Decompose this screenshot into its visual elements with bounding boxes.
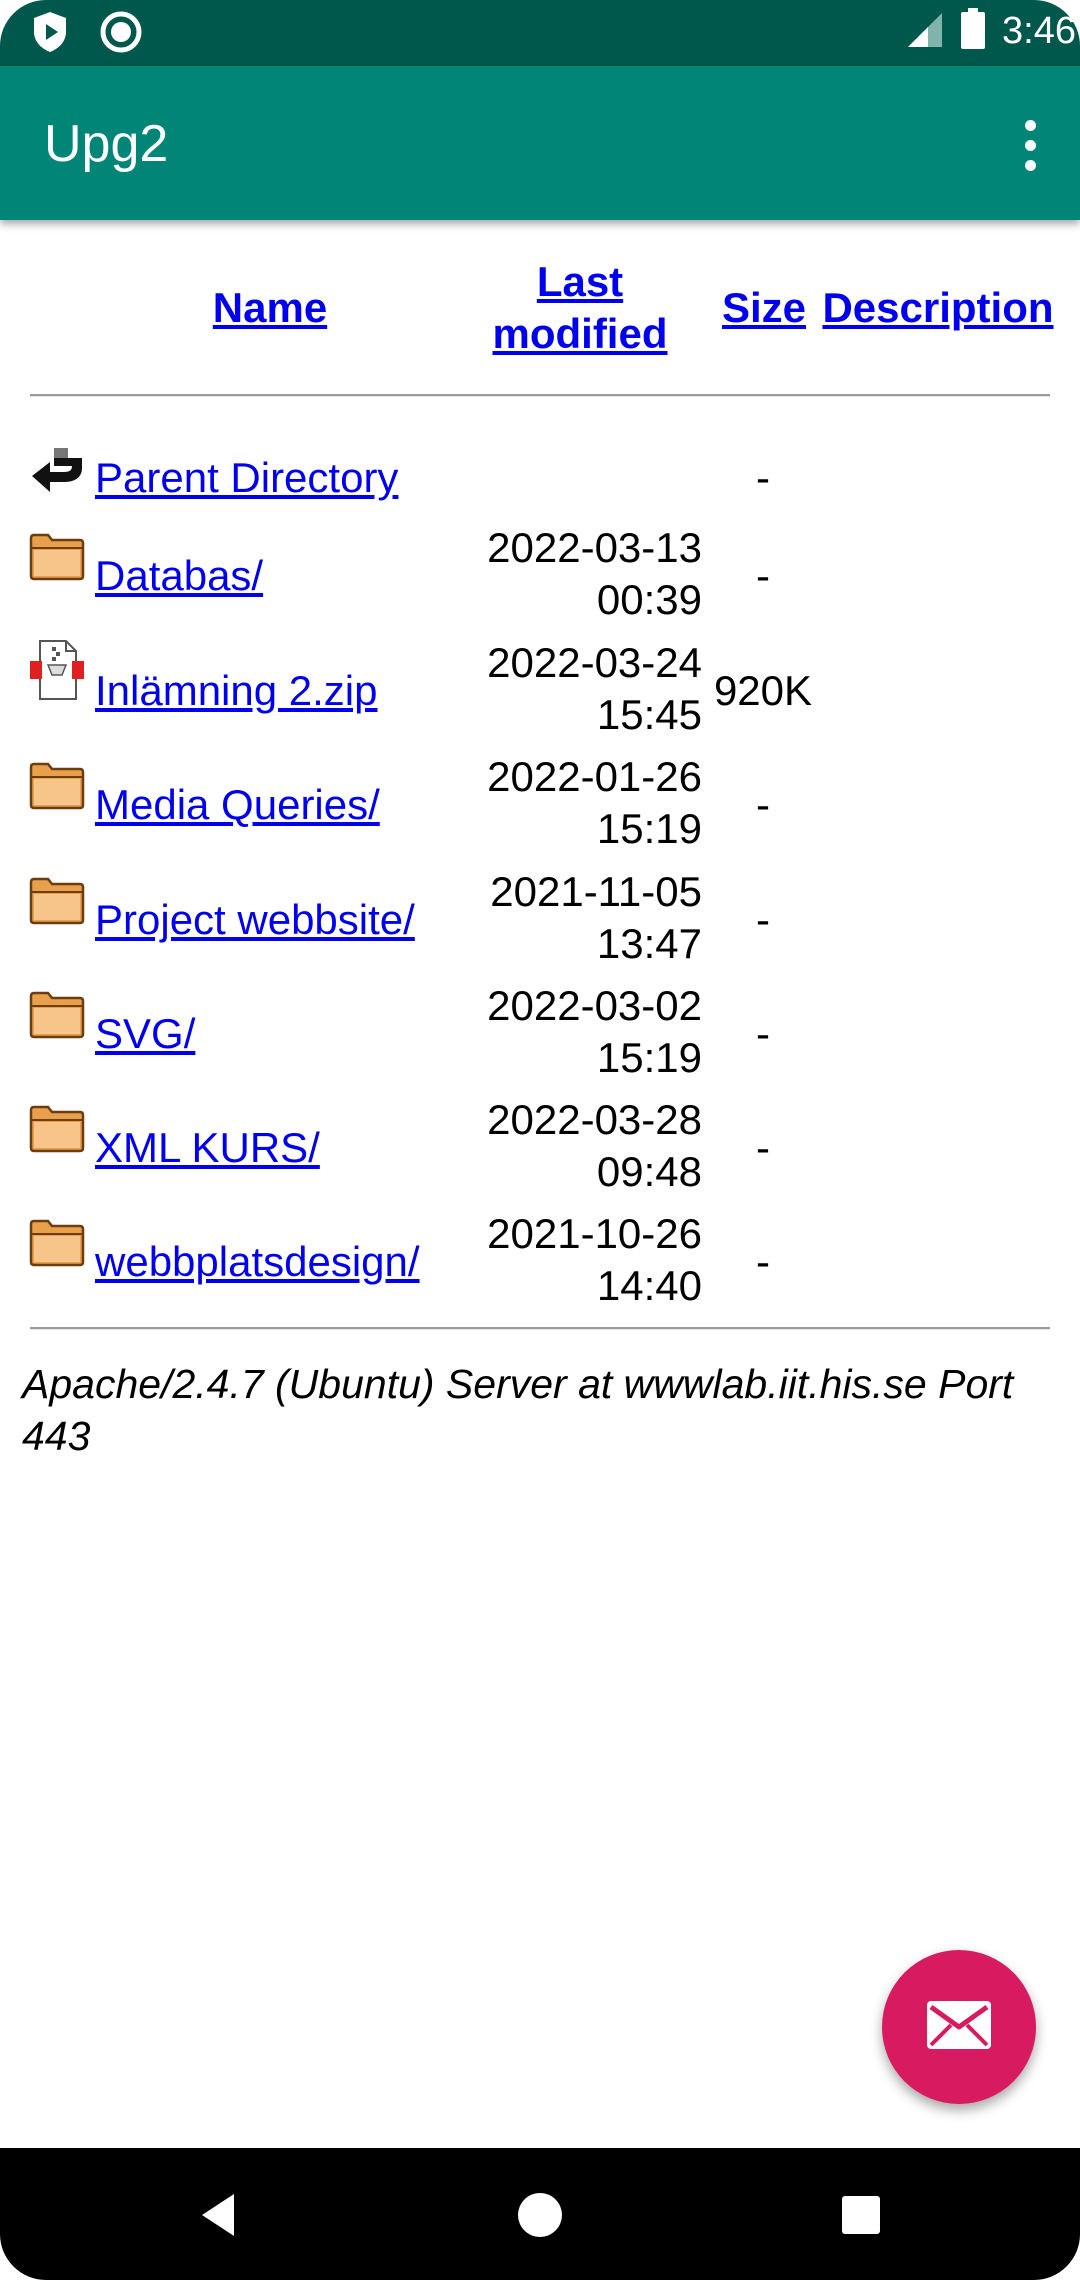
list-item-size: - (756, 1010, 770, 1057)
list-item-size: - (756, 454, 770, 501)
list-item-link[interactable]: Inlämning 2.zip (95, 667, 378, 715)
list-item-modified: 2022-03-02 15:19 (440, 980, 702, 1084)
folder-icon (28, 1218, 86, 1276)
list-item-size: - (756, 781, 770, 828)
list-item-link[interactable]: Databas/ (95, 552, 263, 600)
compressed-file-icon (28, 639, 86, 700)
app-title: Upg2 (44, 115, 169, 173)
folder-icon (28, 876, 86, 934)
list-item-link[interactable]: Media Queries/ (95, 781, 380, 829)
app-bar: Upg2 (0, 66, 1080, 220)
list-item-date: 2021-10-26 (487, 1210, 702, 1257)
status-bar: 3:46 (0, 0, 1080, 66)
header-last-modified-link[interactable]: Last modified (468, 256, 692, 360)
back-arrow-icon (28, 442, 86, 500)
header-description-link[interactable]: Description (822, 282, 1054, 334)
list-item-date: 2022-03-24 (487, 639, 702, 686)
list-item-size: - (756, 552, 770, 599)
list-item-size: - (756, 1124, 770, 1171)
webview-content[interactable]: Name Last modified Size Description Pare… (0, 220, 1080, 2148)
list-item: SVG/ 2022-03-02 15:19 - (0, 960, 1080, 1081)
mail-icon (925, 1999, 993, 2055)
folder-icon (28, 761, 86, 819)
mail-fab-button[interactable] (882, 1950, 1036, 2104)
list-item: XML KURS/ 2022-03-28 09:48 - (0, 1074, 1080, 1195)
shield-play-icon (30, 10, 70, 58)
list-item-modified: 2022-03-13 00:39 (440, 522, 702, 626)
header-last-modified-line1: Last (536, 258, 624, 305)
list-item-time: 14:40 (596, 1262, 702, 1309)
more-vert-icon[interactable] (1010, 110, 1050, 180)
list-item: Project webbsite/ 2021-11-05 13:47 - (0, 846, 1080, 967)
header-name-link[interactable]: Name (200, 282, 340, 334)
list-item-date: 2022-01-26 (487, 753, 702, 800)
list-item-date: 2022-03-02 (487, 982, 702, 1029)
list-item: Databas/ 2022-03-13 00:39 - (0, 502, 1080, 623)
list-item-date: 2021-11-05 (490, 868, 702, 915)
list-item-modified: 2022-03-28 09:48 (440, 1094, 702, 1198)
phone-screen: 3:46 Upg2 Name Last modified Size Descri… (0, 0, 1080, 2280)
bottom-divider (30, 1327, 1050, 1330)
back-icon[interactable] (186, 2182, 252, 2248)
list-item-link[interactable]: Parent Directory (95, 454, 398, 502)
battery-icon (960, 8, 986, 54)
list-item-modified: 2022-03-24 15:45 (440, 637, 702, 741)
list-item: Media Queries/ 2022-01-26 15:19 - (0, 731, 1080, 852)
list-item-link[interactable]: SVG/ (95, 1010, 195, 1058)
status-time: 3:46 (1002, 9, 1076, 52)
list-item-modified: 2021-10-26 14:40 (440, 1208, 702, 1312)
home-icon[interactable] (507, 2182, 573, 2248)
list-item-date: 2022-03-13 (487, 524, 702, 571)
header-last-modified-line2: modified (492, 310, 668, 357)
list-item-size: - (756, 1238, 770, 1285)
server-signature: Apache/2.4.7 (Ubuntu) Server at wwwlab.i… (22, 1361, 1014, 1459)
list-item-modified: 2021-11-05 13:47 (440, 866, 702, 970)
list-item: Inlämning 2.zip 2022-03-24 15:45 920K (0, 617, 1080, 738)
circle-record-icon (100, 11, 142, 57)
list-item-link[interactable]: XML KURS/ (95, 1124, 320, 1172)
cell-signal-icon (904, 9, 944, 53)
list-item-link[interactable]: webbplatsdesign/ (95, 1238, 420, 1286)
top-divider (30, 394, 1050, 397)
list-item: webbplatsdesign/ 2021-10-26 14:40 - (0, 1188, 1080, 1309)
folder-icon (28, 990, 86, 1048)
list-item-size: 920K (713, 667, 813, 714)
list-item-date: 2022-03-28 (487, 1096, 702, 1143)
list-item-size: - (756, 896, 770, 943)
folder-icon (28, 1104, 86, 1162)
list-item-modified: 2022-01-26 15:19 (440, 751, 702, 855)
recents-icon[interactable] (828, 2182, 894, 2248)
folder-icon (28, 532, 86, 590)
list-item-link[interactable]: Project webbsite/ (95, 896, 415, 944)
header-size-link[interactable]: Size (716, 282, 812, 334)
navigation-bar (0, 2148, 1080, 2280)
